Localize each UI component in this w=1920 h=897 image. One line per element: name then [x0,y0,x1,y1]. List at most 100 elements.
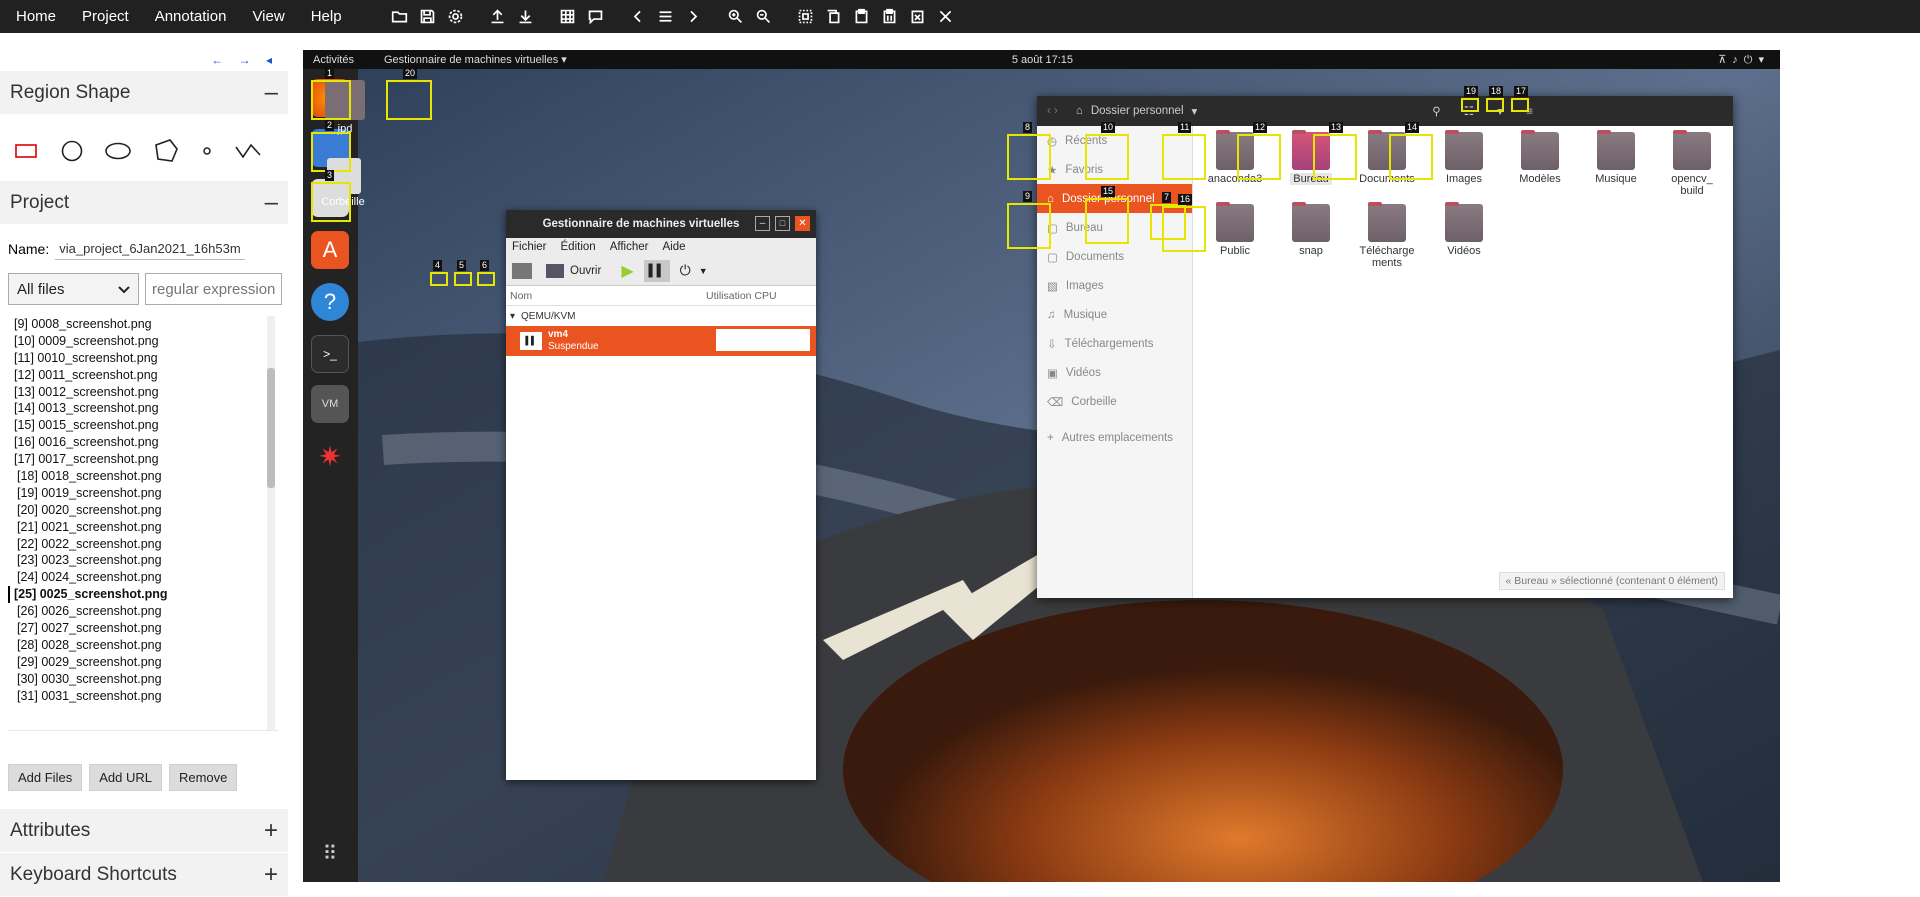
annotation-region[interactable] [1162,206,1206,252]
save-icon[interactable] [419,8,437,26]
fm-sidebar-item[interactable]: ▣ Vidéos [1037,358,1192,387]
file-list-item[interactable]: [18] 0018_screenshot.png [14,468,278,485]
file-list-item[interactable]: [10] 0009_screenshot.png [14,333,278,350]
file-list-item[interactable]: [27] 0027_screenshot.png [14,620,278,637]
folder-item[interactable]: opencv_ build [1654,130,1730,197]
annotation-region[interactable] [1389,134,1433,180]
vm-menu-aide[interactable]: Aide [662,241,685,253]
annotation-region[interactable] [1237,134,1281,180]
paste-icon[interactable] [853,8,871,26]
chevron-right-icon[interactable] [685,8,703,26]
annotation-region[interactable] [1007,134,1051,180]
pause-icon[interactable]: ▌▌ [643,259,670,282]
polyline-shape-icon[interactable] [234,141,262,161]
menu-view[interactable]: View [239,8,297,25]
gear-icon[interactable] [447,8,465,26]
fm-sidebar-item[interactable]: ♫ Musique [1037,300,1192,329]
annotation-region[interactable] [1162,134,1206,180]
file-list-item[interactable]: [29] 0029_screenshot.png [14,654,278,671]
rectangle-shape-icon[interactable] [14,142,40,160]
regex-filter-input[interactable] [145,273,282,305]
folder-item[interactable]: Télécharge ments [1349,202,1425,269]
panel-nav-arrows[interactable]: ← → ◂ [211,53,278,67]
folder-item[interactable]: Musique [1578,130,1654,185]
collapse-button[interactable]: – [265,190,278,215]
annotation-region[interactable] [1486,98,1504,112]
app-menu[interactable]: Gestionnaire de machines virtuelles ▾ [384,53,567,66]
polygon-shape-icon[interactable] [152,137,180,165]
file-list-item[interactable]: [23] 0023_screenshot.png [14,552,278,569]
remove-button[interactable]: Remove [168,764,238,791]
home-icon[interactable]: ⌂ [1076,105,1083,117]
delete-region-icon[interactable] [909,8,927,26]
annotation-canvas[interactable]: Activités Gestionnaire de machines virtu… [303,50,1780,882]
system-tray-icons[interactable]: ⊼♪⏻▾ [1718,53,1770,67]
app-grid-icon[interactable]: ⠿ [311,834,349,872]
file-list-item[interactable]: [13] 0012_screenshot.png [14,384,278,401]
close-icon[interactable] [937,8,955,26]
folder-item[interactable]: Public [1197,202,1273,257]
play-icon[interactable]: ▶ [621,261,633,281]
fm-sidebar-item[interactable]: ⌫ Corbeille [1037,387,1192,416]
annotation-region[interactable] [477,272,495,286]
annotation-region[interactable] [1085,198,1129,244]
annotation-region[interactable] [1313,134,1357,180]
folder-item[interactable]: snap [1273,202,1349,257]
project-name-input[interactable] [55,238,246,260]
file-list-item[interactable]: [21] 0021_screenshot.png [14,519,278,536]
vm-group-row[interactable]: ▾ QEMU/KVM [506,306,816,326]
add-url-button[interactable]: Add URL [89,764,162,791]
file-list-item[interactable]: [15] 0015_screenshot.png [14,417,278,434]
file-list-item[interactable]: [11] 0010_screenshot.png [14,350,278,367]
attributes-header[interactable]: Attributes + [0,809,288,852]
folder-item[interactable]: Modèles [1502,130,1578,185]
file-list-item[interactable]: [30] 0030_screenshot.png [14,671,278,688]
scrollbar-thumb[interactable] [267,368,275,488]
file-list-item[interactable]: [31] 0031_screenshot.png [14,688,278,705]
file-list-scrollbar[interactable] [267,316,275,730]
new-vm-icon[interactable] [512,262,532,279]
minimize-icon[interactable]: – [755,216,770,231]
folder-open-icon[interactable] [391,8,409,26]
file-list-item[interactable]: [20] 0020_screenshot.png [14,502,278,519]
annotation-region[interactable] [311,132,351,172]
menu-project[interactable]: Project [69,8,142,25]
annotation-region[interactable] [1511,98,1529,112]
activities-button[interactable]: Activités [313,54,354,66]
col-cpu[interactable]: Utilisation CPU [706,290,777,302]
vm-menu-edition[interactable]: Édition [561,241,596,253]
ellipse-shape-icon[interactable] [104,141,132,161]
close-icon[interactable]: ✕ [795,216,810,231]
annotation-region[interactable] [454,272,472,286]
help-icon[interactable]: ? [311,283,349,321]
file-list-item[interactable]: [12] 0011_screenshot.png [14,367,278,384]
file-list-item[interactable]: [14] 0013_screenshot.png [14,400,278,417]
file-list-item[interactable]: [9] 0008_screenshot.png [14,316,278,333]
virt-manager-icon[interactable]: VM [311,385,349,423]
fm-sidebar-item[interactable]: + Autres emplacements [1037,423,1192,452]
vm-menu-afficher[interactable]: Afficher [610,241,649,253]
file-list-item[interactable]: [25] 0025_screenshot.png [8,586,278,604]
clock[interactable]: 5 août 17:15 [1012,54,1073,66]
chevron-down-icon[interactable]: ▼ [699,266,708,276]
annotation-region[interactable] [386,80,432,120]
vm-row[interactable]: ▌▌ vm4 Suspendue [506,326,816,356]
expand-button[interactable]: + [264,862,278,887]
software-icon[interactable]: A [311,231,349,269]
col-name[interactable]: Nom [506,290,706,302]
chevron-down-icon[interactable]: ▾ [1192,104,1198,118]
point-shape-icon[interactable] [200,144,214,158]
zoom-in-icon[interactable] [727,8,745,26]
fm-sidebar-item[interactable]: ⇩ Téléchargements [1037,329,1192,358]
annotation-region[interactable] [311,182,351,222]
file-list-item[interactable]: [24] 0024_screenshot.png [14,569,278,586]
project-header[interactable]: Project – [0,181,288,224]
circle-shape-icon[interactable] [60,139,84,163]
vm-menu-fichier[interactable]: Fichier [512,241,547,253]
network-icon[interactable]: ✷ [311,437,349,475]
chevron-left-icon[interactable] [629,8,647,26]
folder-item[interactable]: Vidéos [1426,202,1502,257]
upload-icon[interactable] [489,8,507,26]
menu-home[interactable]: Home [0,8,69,25]
folder-item[interactable]: Images [1426,130,1502,185]
